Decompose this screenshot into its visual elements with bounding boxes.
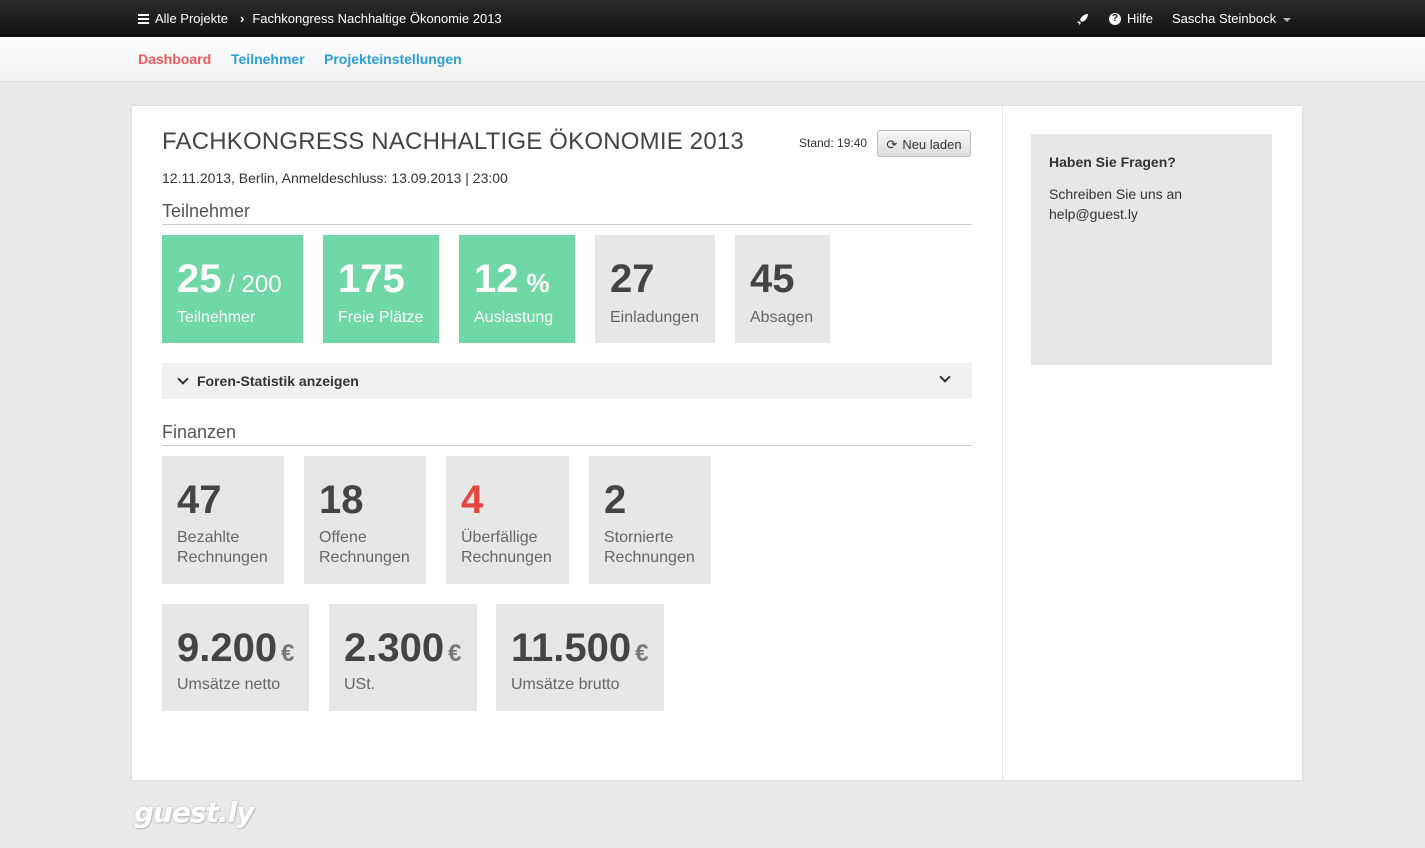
stat-value: 45 xyxy=(750,257,795,301)
dashboard-card: FACHKONGRESS NACHHALTIGE ÖKONOMIE 2013 1… xyxy=(132,106,1302,780)
chevron-down-icon xyxy=(177,373,189,385)
invoice-label: Bezahlte Rechnungen xyxy=(177,529,268,566)
invoice-value: 18 xyxy=(319,478,364,522)
revenue-tile-vat: 2.300 € USt. xyxy=(329,604,477,711)
revenue-label: Umsätze brutto xyxy=(511,676,620,693)
help-label: Hilfe xyxy=(1127,11,1154,26)
invoice-label: Offene Rechnungen xyxy=(319,529,410,566)
stat-label: Absagen xyxy=(750,309,814,326)
stat-label: Teilnehmer xyxy=(177,309,256,326)
stat-value: 175 xyxy=(338,257,405,301)
invoice-tile-cancelled: 2 Stornierte Rechnungen xyxy=(589,456,711,584)
question-circle-icon: ? xyxy=(1109,12,1121,25)
invoice-tile-overdue: 4 Überfällige Rechnungen xyxy=(446,456,569,584)
help-box: Haben Sie Fragen? Schreiben Sie uns an h… xyxy=(1031,134,1272,365)
breadcrumb-project-label: Fachkongress Nachhaltige Ökonomie 2013 xyxy=(252,11,502,26)
all-projects-label: Alle Projekte xyxy=(155,11,228,26)
chevron-right-icon: › xyxy=(240,11,245,26)
caret-down-icon xyxy=(1283,17,1292,22)
stat-tile-auslastung: 12% Auslastung xyxy=(459,235,575,343)
top-navbar: Alle Projekte › Fachkongress Nachhaltige … xyxy=(0,0,1425,37)
breadcrumb-project[interactable]: › Fachkongress Nachhaltige Ökonomie 2013 xyxy=(240,0,502,37)
refresh-icon: ⟳ xyxy=(886,137,898,152)
help-link[interactable]: ? Hilfe xyxy=(1109,0,1153,37)
sub-navigation: Dashboard Teilnehmer Projekteinstellunge… xyxy=(0,37,1425,82)
help-box-text: Schreiben Sie uns an help@guest.ly xyxy=(1049,186,1183,222)
column-divider xyxy=(1002,106,1003,780)
event-meta: 12.11.2013, Berlin, Anmeldeschluss: 13.0… xyxy=(162,170,508,186)
reload-label: Neu laden xyxy=(902,137,962,152)
help-box-heading: Haben Sie Fragen? xyxy=(1049,154,1176,170)
section-heading-teilnehmer: Teilnehmer xyxy=(162,201,251,221)
last-updated: Stand: 19:40 xyxy=(799,136,868,150)
invoice-label: Überfällige Rechnungen xyxy=(461,529,552,566)
revenue-value: 2.300 € xyxy=(344,626,462,670)
revenue-label: Umsätze netto xyxy=(177,676,281,693)
stat-tile-freie-plaetze: 175 Freie Plätze xyxy=(323,235,439,343)
revenue-value: 9.200 € xyxy=(177,626,295,670)
tab-dashboard[interactable]: Dashboard xyxy=(138,37,211,82)
reload-button[interactable]: ⟳ Neu laden xyxy=(877,130,971,157)
page-title: FACHKONGRESS NACHHALTIGE ÖKONOMIE 2013 xyxy=(162,128,744,155)
rocket-button[interactable] xyxy=(1076,0,1089,37)
user-menu[interactable]: Sascha Steinbock xyxy=(1172,0,1292,37)
tab-projekteinstellungen[interactable]: Projekteinstellungen xyxy=(324,37,462,82)
stat-label: Freie Plätze xyxy=(338,309,424,326)
stat-value: 12% xyxy=(474,257,550,301)
section-divider xyxy=(162,224,972,225)
invoice-tile-paid: 47 Bezahlte Rechnungen xyxy=(162,456,284,584)
section-heading-finanzen: Finanzen xyxy=(162,422,237,442)
invoice-label: Stornierte Rechnungen xyxy=(604,529,695,566)
stat-value: 27 xyxy=(610,257,655,301)
stat-label: Einladungen xyxy=(610,309,699,326)
invoice-tile-open: 18 Offene Rechnungen xyxy=(304,456,426,584)
invoice-value: 4 xyxy=(461,478,484,522)
user-name: Sascha Steinbock xyxy=(1172,11,1277,26)
invoice-value: 47 xyxy=(177,478,222,522)
revenue-tile-gross: 11.500 € Umsätze brutto xyxy=(496,604,664,711)
revenue-tile-net: 9.200 € Umsätze netto xyxy=(162,604,309,711)
forum-stats-toggle[interactable]: Foren-Statistik anzeigen xyxy=(162,363,972,399)
stat-value: 25 / 200 xyxy=(177,257,282,301)
all-projects-link[interactable]: Alle Projekte xyxy=(138,0,228,37)
section-divider xyxy=(162,445,972,446)
forum-stats-label: Foren-Statistik anzeigen xyxy=(197,373,359,389)
stat-tile-teilnehmer: 25 / 200 Teilnehmer xyxy=(162,235,303,343)
chevron-down-icon[interactable] xyxy=(939,371,951,383)
invoice-value: 2 xyxy=(604,478,627,522)
revenue-value: 11.500 € xyxy=(511,626,649,670)
revenue-label: USt. xyxy=(344,676,376,693)
tab-teilnehmer[interactable]: Teilnehmer xyxy=(231,37,305,82)
rocket-icon xyxy=(1077,14,1088,26)
guestly-logo[interactable]: guest.ly xyxy=(134,796,255,829)
menu-icon xyxy=(138,14,149,25)
stat-tile-absagen: 45 Absagen xyxy=(735,235,830,343)
stat-label: Auslastung xyxy=(474,309,554,326)
stat-tile-einladungen: 27 Einladungen xyxy=(595,235,715,343)
